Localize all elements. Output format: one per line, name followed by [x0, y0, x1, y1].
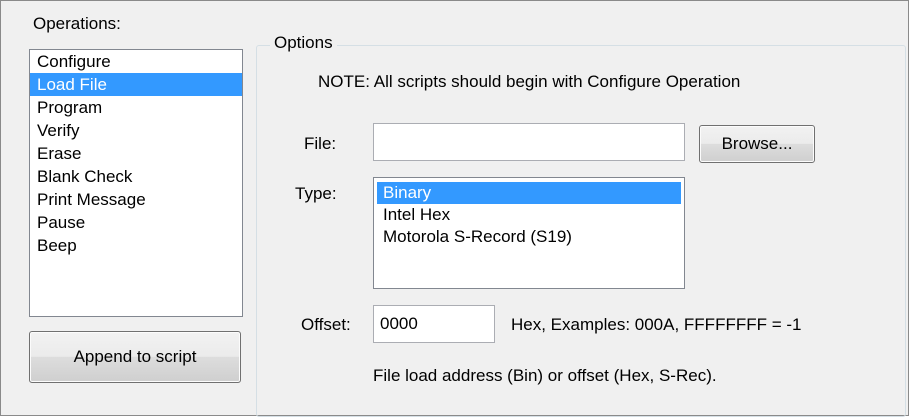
type-item-intel-hex[interactable]: Intel Hex	[377, 204, 681, 226]
operation-item-blank-check[interactable]: Blank Check	[30, 165, 242, 188]
type-item-motorola-s-record[interactable]: Motorola S-Record (S19)	[377, 226, 681, 248]
operation-item-configure[interactable]: Configure	[30, 50, 242, 73]
file-path-input[interactable]	[373, 123, 685, 161]
script-operation-dialog: Operations: Configure Load File Program …	[0, 0, 909, 417]
operation-item-print-message[interactable]: Print Message	[30, 188, 242, 211]
offset-hint: Hex, Examples: 000A, FFFFFFFF = -1	[511, 315, 802, 334]
browse-button[interactable]: Browse...	[699, 125, 815, 163]
operation-item-load-file[interactable]: Load File	[30, 73, 242, 96]
file-load-address-note: File load address (Bin) or offset (Hex, …	[373, 366, 717, 385]
operations-listbox[interactable]: Configure Load File Program Verify Erase…	[29, 49, 243, 317]
operation-item-beep[interactable]: Beep	[30, 234, 242, 257]
operation-item-verify[interactable]: Verify	[30, 119, 242, 142]
operation-item-pause[interactable]: Pause	[30, 211, 242, 234]
offset-label: Offset:	[301, 315, 351, 334]
file-label: File:	[304, 134, 337, 153]
operations-label: Operations:	[33, 14, 121, 33]
file-type-listbox[interactable]: Binary Intel Hex Motorola S-Record (S19)	[373, 177, 685, 289]
options-legend: Options	[270, 33, 337, 53]
type-label: Type:	[295, 184, 337, 203]
configure-note: NOTE: All scripts should begin with Conf…	[318, 72, 741, 91]
offset-input[interactable]	[373, 305, 495, 343]
operation-item-program[interactable]: Program	[30, 96, 242, 119]
operation-item-erase[interactable]: Erase	[30, 142, 242, 165]
append-to-script-button[interactable]: Append to script	[29, 331, 241, 383]
type-item-binary[interactable]: Binary	[377, 182, 681, 204]
